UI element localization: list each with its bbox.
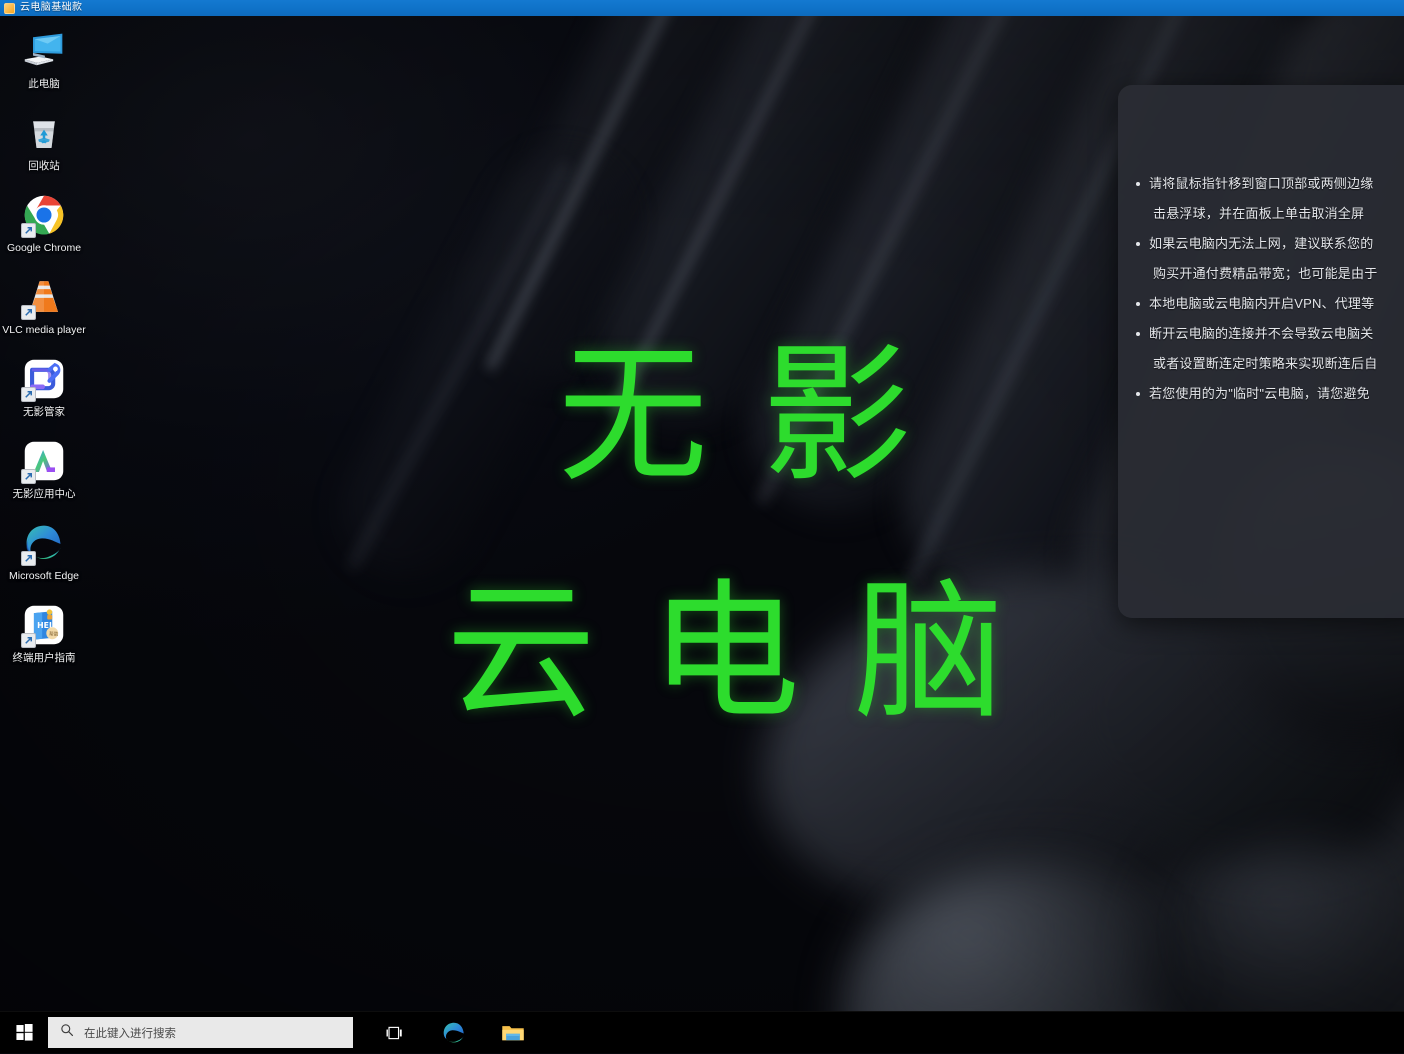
- desktop-icon-label: Microsoft Edge: [1, 570, 87, 583]
- vlc-cone-icon: [21, 274, 67, 320]
- desktop-icon-edge[interactable]: Microsoft Edge: [0, 514, 88, 587]
- taskbar[interactable]: 在此键入进行搜索: [0, 1011, 1404, 1053]
- file-explorer-icon[interactable]: [490, 1012, 536, 1054]
- info-bullet-continuation: 购买开通付费精品带宽；也可能是由于: [1149, 259, 1404, 289]
- edge-icon: [21, 520, 67, 566]
- desktop-icon-recycle-bin[interactable]: 回收站: [0, 104, 88, 177]
- desktop-icon-user-guide[interactable]: HELP 帮助 终端用户指南: [0, 596, 88, 669]
- info-bullet-text: 如果云电脑内无法上网，建议联系您的: [1149, 236, 1373, 251]
- desktop-icon-wuying-manager[interactable]: 无影管家: [0, 350, 88, 423]
- shortcut-arrow-icon: [21, 469, 36, 484]
- desktop-icon-grid: 此电脑 回收站: [0, 22, 90, 678]
- desktop-icon-this-pc[interactable]: 此电脑: [0, 22, 88, 95]
- windows-start-icon[interactable]: [0, 1012, 48, 1054]
- desktop-icon-label: VLC media player: [1, 324, 87, 337]
- info-bullet: 请将鼠标指针移到窗口顶部或两侧边缘 击悬浮球，并在面板上单击取消全屏: [1136, 169, 1404, 229]
- info-bullet-continuation: 或者设置断连定时策略来实现断连后自: [1149, 349, 1404, 379]
- info-bullet-text: 若您使用的为"临时"云电脑，请您避免: [1149, 386, 1370, 401]
- help-guide-icon: HELP 帮助: [21, 602, 67, 648]
- search-input[interactable]: 在此键入进行搜索: [48, 1017, 353, 1048]
- desktop-icon-label: Google Chrome: [1, 242, 87, 255]
- desktop-icon-vlc[interactable]: VLC media player: [0, 268, 88, 341]
- desktop-icon-chrome[interactable]: Google Chrome: [0, 186, 88, 259]
- info-panel-bullet-list: 请将鼠标指针移到窗口顶部或两侧边缘 击悬浮球，并在面板上单击取消全屏 如果云电脑…: [1118, 169, 1404, 409]
- desktop-icon-label: 回收站: [1, 160, 87, 173]
- window-title: 云电脑基础款: [20, 0, 82, 16]
- info-bullet: 若您使用的为"临时"云电脑，请您避免: [1136, 379, 1404, 409]
- wuying-manager-icon: [21, 356, 67, 402]
- search-icon: [60, 1023, 74, 1042]
- wuying-appcenter-icon: [21, 438, 67, 484]
- info-bullet-text: 请将鼠标指针移到窗口顶部或两侧边缘: [1149, 176, 1373, 191]
- desktop-icon-wuying-appcenter[interactable]: 无影应用中心: [0, 432, 88, 505]
- info-bullet: 本地电脑或云电脑内开启VPN、代理等: [1136, 289, 1404, 319]
- shortcut-arrow-icon: [21, 387, 36, 402]
- recycle-bin-icon: [21, 110, 67, 156]
- chrome-icon: [21, 192, 67, 238]
- info-panel[interactable]: 请将鼠标指针移到窗口顶部或两侧边缘 击悬浮球，并在面板上单击取消全屏 如果云电脑…: [1118, 85, 1404, 618]
- desktop[interactable]: 此电脑 回收站: [0, 16, 1404, 1053]
- info-bullet-text: 本地电脑或云电脑内开启VPN、代理等: [1149, 296, 1374, 311]
- info-bullet-text: 断开云电脑的连接并不会导致云电脑关: [1149, 326, 1373, 341]
- edge-icon[interactable]: [431, 1012, 477, 1054]
- desktop-icon-label: 无影管家: [1, 406, 87, 419]
- shortcut-arrow-icon: [21, 551, 36, 566]
- shortcut-arrow-icon: [21, 305, 36, 320]
- info-bullet-continuation: 击悬浮球，并在面板上单击取消全屏: [1149, 199, 1404, 229]
- window-title-bar[interactable]: 云电脑基础款: [0, 0, 1404, 16]
- this-pc-icon: [21, 28, 67, 74]
- shortcut-arrow-icon: [21, 223, 36, 238]
- desktop-icon-label: 此电脑: [1, 78, 87, 91]
- info-bullet: 断开云电脑的连接并不会导致云电脑关 或者设置断连定时策略来实现断连后自: [1136, 319, 1404, 379]
- desktop-icon-label: 终端用户指南: [1, 652, 87, 665]
- task-view-icon[interactable]: [372, 1012, 418, 1054]
- search-placeholder: 在此键入进行搜索: [84, 1025, 176, 1041]
- app-square-icon: [4, 3, 15, 14]
- svg-text:HELP: HELP: [37, 621, 60, 630]
- info-bullet: 如果云电脑内无法上网，建议联系您的 购买开通付费精品带宽；也可能是由于: [1136, 229, 1404, 289]
- desktop-icon-label: 无影应用中心: [1, 488, 87, 501]
- shortcut-arrow-icon: [21, 633, 36, 648]
